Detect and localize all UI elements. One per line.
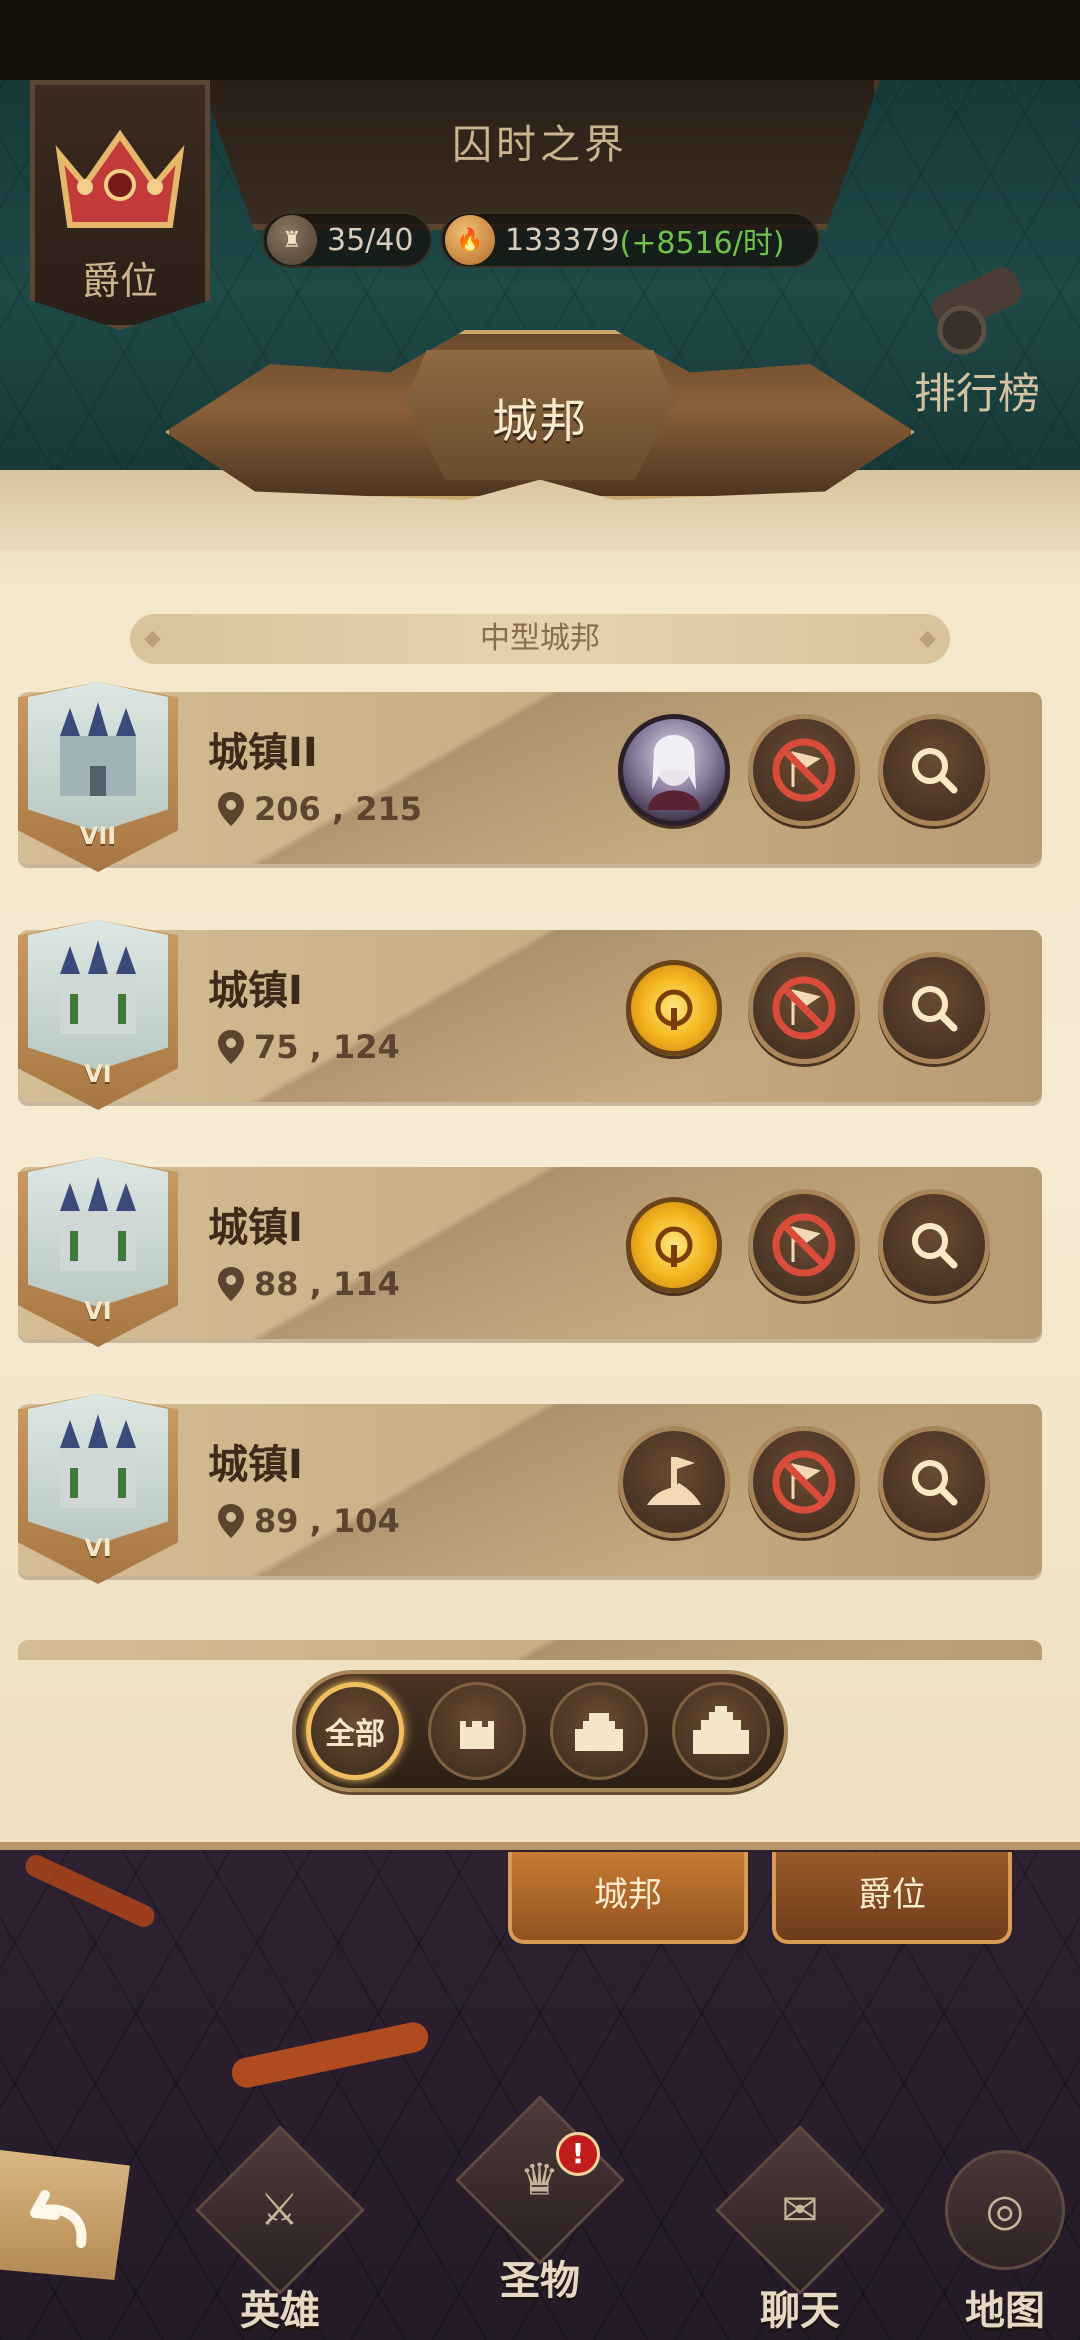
city-level: VI (84, 1297, 112, 1325)
panel-title: 城邦 (492, 394, 588, 448)
chat-icon: ✉ (715, 2125, 885, 2295)
city-row[interactable]: VI 城镇I 89 , 104 (18, 1394, 1042, 1584)
nav-map-label: 地图 (965, 2288, 1045, 2334)
helmet-icon: ⚔ (195, 2125, 365, 2295)
castle-icon (28, 1157, 168, 1307)
rank-label: 爵位 (81, 259, 158, 303)
cannon-icon (932, 267, 1022, 355)
location-pin-icon (218, 1504, 244, 1538)
occupant-guild-emblem[interactable] (626, 960, 722, 1056)
castle-icon (28, 682, 168, 832)
occupy-button[interactable] (618, 1426, 730, 1538)
filter-large-city-button[interactable] (672, 1682, 770, 1780)
occupant-guild-emblem[interactable] (626, 1197, 722, 1293)
city-row-background (18, 1640, 1042, 1660)
filter-all-button[interactable]: 全部 (306, 1682, 404, 1780)
relic-alert-badge: ! (556, 2132, 600, 2176)
search-icon (912, 1223, 958, 1269)
filter-medium-city-button[interactable] (550, 1682, 648, 1780)
city-name: 城镇I (208, 1442, 303, 1488)
search-button[interactable] (878, 952, 990, 1064)
fire-amount: 133379 (505, 222, 620, 258)
location-pin-icon (218, 1267, 244, 1301)
large-castle-icon (693, 1706, 749, 1754)
nav-map[interactable]: ◎ 地图 (920, 2125, 1080, 2340)
occupy-hill-icon (647, 1457, 701, 1505)
no-flag-icon (772, 738, 836, 802)
city-row[interactable]: VII 城镇II 206 , 215 (18, 682, 1042, 872)
fire-rate: (+8516/时) (619, 226, 785, 261)
back-arrow-icon (30, 2190, 87, 2248)
search-icon (912, 748, 958, 794)
sun-emblem-icon (655, 1226, 693, 1267)
no-flag-icon (772, 976, 836, 1040)
no-attack-flag-button[interactable] (748, 1426, 860, 1538)
world-title: 囚时之界 (452, 122, 628, 168)
city-name: 城镇I (208, 1205, 303, 1251)
city-row-partial (18, 1640, 1042, 1660)
city-coordinates: 89 , 104 (254, 1502, 400, 1540)
section-title-bar: 中型城邦 (130, 614, 950, 664)
tab-city-label: 城邦 (594, 1875, 662, 1915)
city-coordinates: 88 , 114 (254, 1265, 400, 1303)
status-bar (0, 0, 1080, 80)
troops-icon: ♜ (267, 215, 317, 265)
nav-hero[interactable]: ⚔ 英雄 (195, 2125, 365, 2340)
castle-icon (28, 920, 168, 1070)
fire-resource: 🔥 133379 (+8516/时) (440, 212, 820, 268)
city-name: 城镇II (208, 730, 318, 776)
tab-rank[interactable]: 爵位 (772, 1852, 1012, 1944)
location-pin-icon (218, 792, 244, 826)
city-row[interactable]: VI 城镇I 88 , 114 (18, 1157, 1042, 1347)
occupant-hero-portrait[interactable] (618, 714, 730, 826)
flame-icon: 🔥 (445, 215, 495, 265)
nav-chat[interactable]: ✉ 聊天 (715, 2125, 885, 2340)
city-name: 城镇I (208, 968, 303, 1014)
search-button[interactable] (878, 1426, 990, 1538)
city-level: VII (79, 822, 117, 850)
small-castle-icon (460, 1721, 494, 1749)
location-pin-icon (218, 1030, 244, 1064)
section-title: 中型城邦 (480, 621, 600, 656)
tab-rank-label: 爵位 (858, 1875, 926, 1915)
city-coordinates: 75 , 124 (254, 1028, 400, 1066)
tab-city-state[interactable]: 城邦 (508, 1852, 748, 1944)
relic-icon: ♛ (455, 2095, 625, 2265)
filter-all-label: 全部 (325, 1717, 385, 1752)
search-button[interactable] (878, 1189, 990, 1301)
city-level: VI (84, 1060, 112, 1088)
medium-castle-icon (575, 1713, 623, 1751)
panel-top-edge (0, 470, 1080, 550)
map-icon: ◎ (920, 2125, 1080, 2295)
back-button[interactable] (0, 2150, 130, 2280)
no-attack-flag-button[interactable] (748, 714, 860, 826)
no-attack-flag-button[interactable] (748, 1189, 860, 1301)
city-row[interactable]: VI 城镇I 75 , 124 (18, 920, 1042, 1110)
crown-icon (45, 110, 195, 250)
search-button[interactable] (878, 714, 990, 826)
no-flag-icon (772, 1213, 836, 1277)
city-level: VI (84, 1534, 112, 1562)
troops-value: 35/40 (327, 222, 414, 258)
no-attack-flag-button[interactable] (748, 952, 860, 1064)
castle-icon (28, 1394, 168, 1544)
ranking-label: 排行榜 (913, 369, 1040, 418)
no-flag-icon (772, 1450, 836, 1514)
sun-emblem-icon (655, 989, 693, 1030)
filter-small-city-button[interactable] (428, 1682, 526, 1780)
search-icon (912, 986, 958, 1032)
search-icon (912, 1460, 958, 1506)
hero-portrait-icon (648, 735, 700, 810)
troops-counter: ♜ 35/40 (262, 212, 432, 268)
city-coordinates: 206 , 215 (254, 790, 423, 828)
